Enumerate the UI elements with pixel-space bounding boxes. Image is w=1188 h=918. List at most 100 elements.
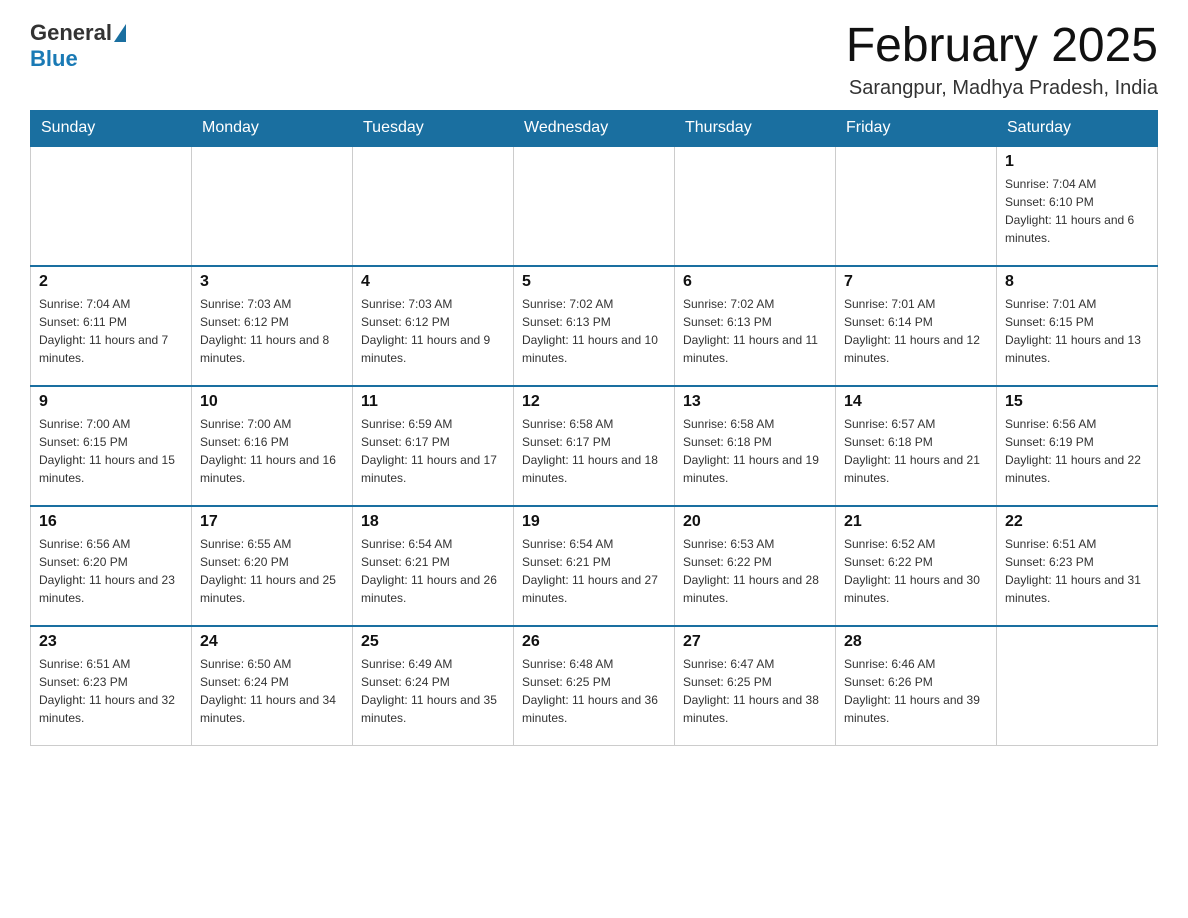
day-info: Sunrise: 6:53 AM Sunset: 6:22 PM Dayligh…	[683, 535, 827, 607]
day-cell	[997, 626, 1158, 746]
day-number: 25	[361, 633, 505, 651]
day-cell: 2Sunrise: 7:04 AM Sunset: 6:11 PM Daylig…	[31, 266, 192, 386]
day-info: Sunrise: 6:58 AM Sunset: 6:18 PM Dayligh…	[683, 415, 827, 487]
weekday-header-thursday: Thursday	[675, 110, 836, 146]
day-cell: 12 Sunrise: 6:58 AM Sunset: 6:17 PM Dayli…	[514, 386, 675, 506]
day-number: 5	[522, 273, 666, 291]
day-cell: 8Sunrise: 7:01 AM Sunset: 6:15 PM Daylig…	[997, 266, 1158, 386]
day-cell: 22 Sunrise: 6:51 AM Sunset: 6:23 PM Dayli…	[997, 506, 1158, 626]
weekday-header-tuesday: Tuesday	[353, 110, 514, 146]
day-cell: 26 Sunrise: 6:48 AM Sunset: 6:25 PM Dayli…	[514, 626, 675, 746]
day-cell: 11 Sunrise: 6:59 AM Sunset: 6:17 PM Dayli…	[353, 386, 514, 506]
day-number: 12	[522, 393, 666, 411]
day-info: Sunrise: 6:51 AM Sunset: 6:23 PM Dayligh…	[1005, 535, 1149, 607]
day-cell: 25 Sunrise: 6:49 AM Sunset: 6:24 PM Dayli…	[353, 626, 514, 746]
day-cell	[675, 146, 836, 266]
day-cell: 13 Sunrise: 6:58 AM Sunset: 6:18 PM Dayli…	[675, 386, 836, 506]
day-cell: 19 Sunrise: 6:54 AM Sunset: 6:21 PM Dayli…	[514, 506, 675, 626]
week-row-4: 16 Sunrise: 6:56 AM Sunset: 6:20 PM Dayli…	[31, 506, 1158, 626]
day-info: Sunrise: 6:58 AM Sunset: 6:17 PM Dayligh…	[522, 415, 666, 487]
day-cell: 28 Sunrise: 6:46 AM Sunset: 6:26 PM Dayli…	[836, 626, 997, 746]
day-info: Sunrise: 6:54 AM Sunset: 6:21 PM Dayligh…	[522, 535, 666, 607]
weekday-header-friday: Friday	[836, 110, 997, 146]
day-number: 7	[844, 273, 988, 291]
day-info: Sunrise: 6:56 AM Sunset: 6:20 PM Dayligh…	[39, 535, 183, 607]
day-cell: 9 Sunrise: 7:00 AM Sunset: 6:15 PM Daylig…	[31, 386, 192, 506]
day-info: Sunrise: 6:54 AM Sunset: 6:21 PM Dayligh…	[361, 535, 505, 607]
day-info: Sunrise: 6:49 AM Sunset: 6:24 PM Dayligh…	[361, 655, 505, 727]
day-info: Sunrise: 7:00 AM Sunset: 6:15 PM Dayligh…	[39, 415, 183, 487]
day-info: Sunrise: 7:04 AM Sunset: 6:11 PM Dayligh…	[39, 295, 183, 367]
logo: General Blue	[30, 20, 128, 72]
day-number: 15	[1005, 393, 1149, 411]
day-info: Sunrise: 6:51 AM Sunset: 6:23 PM Dayligh…	[39, 655, 183, 727]
month-title: February 2025	[846, 20, 1158, 73]
day-number: 1	[1005, 153, 1149, 171]
day-number: 9	[39, 393, 183, 411]
calendar-table: SundayMondayTuesdayWednesdayThursdayFrid…	[30, 110, 1158, 747]
week-row-3: 9 Sunrise: 7:00 AM Sunset: 6:15 PM Daylig…	[31, 386, 1158, 506]
day-cell: 3 Sunrise: 7:03 AM Sunset: 6:12 PM Daylig…	[192, 266, 353, 386]
week-row-5: 23Sunrise: 6:51 AM Sunset: 6:23 PM Dayli…	[31, 626, 1158, 746]
day-cell: 10Sunrise: 7:00 AM Sunset: 6:16 PM Dayli…	[192, 386, 353, 506]
day-cell: 23Sunrise: 6:51 AM Sunset: 6:23 PM Dayli…	[31, 626, 192, 746]
day-cell: 5 Sunrise: 7:02 AM Sunset: 6:13 PM Daylig…	[514, 266, 675, 386]
day-number: 18	[361, 513, 505, 531]
day-info: Sunrise: 6:46 AM Sunset: 6:26 PM Dayligh…	[844, 655, 988, 727]
day-info: Sunrise: 6:56 AM Sunset: 6:19 PM Dayligh…	[1005, 415, 1149, 487]
day-cell: 17 Sunrise: 6:55 AM Sunset: 6:20 PM Dayli…	[192, 506, 353, 626]
location: Sarangpur, Madhya Pradesh, India	[846, 77, 1158, 100]
day-number: 11	[361, 393, 505, 411]
day-number: 17	[200, 513, 344, 531]
day-cell: 7 Sunrise: 7:01 AM Sunset: 6:14 PM Daylig…	[836, 266, 997, 386]
day-number: 4	[361, 273, 505, 291]
day-info: Sunrise: 7:01 AM Sunset: 6:14 PM Dayligh…	[844, 295, 988, 367]
day-number: 16	[39, 513, 183, 531]
day-info: Sunrise: 6:47 AM Sunset: 6:25 PM Dayligh…	[683, 655, 827, 727]
day-info: Sunrise: 7:02 AM Sunset: 6:13 PM Dayligh…	[522, 295, 666, 367]
day-number: 28	[844, 633, 988, 651]
day-info: Sunrise: 6:52 AM Sunset: 6:22 PM Dayligh…	[844, 535, 988, 607]
logo-triangle-icon	[114, 24, 126, 42]
day-number: 3	[200, 273, 344, 291]
day-cell: 15 Sunrise: 6:56 AM Sunset: 6:19 PM Dayli…	[997, 386, 1158, 506]
day-cell: 24Sunrise: 6:50 AM Sunset: 6:24 PM Dayli…	[192, 626, 353, 746]
day-number: 22	[1005, 513, 1149, 531]
day-info: Sunrise: 6:48 AM Sunset: 6:25 PM Dayligh…	[522, 655, 666, 727]
title-area: February 2025 Sarangpur, Madhya Pradesh,…	[846, 20, 1158, 100]
page-header: General Blue February 2025 Sarangpur, Ma…	[30, 20, 1158, 100]
day-cell: 1Sunrise: 7:04 AM Sunset: 6:10 PM Daylig…	[997, 146, 1158, 266]
logo-blue-text: Blue	[30, 46, 78, 72]
day-number: 21	[844, 513, 988, 531]
day-cell	[836, 146, 997, 266]
day-cell: 16 Sunrise: 6:56 AM Sunset: 6:20 PM Dayli…	[31, 506, 192, 626]
day-cell: 21 Sunrise: 6:52 AM Sunset: 6:22 PM Dayli…	[836, 506, 997, 626]
day-info: Sunrise: 7:03 AM Sunset: 6:12 PM Dayligh…	[361, 295, 505, 367]
weekday-header-monday: Monday	[192, 110, 353, 146]
day-cell: 6Sunrise: 7:02 AM Sunset: 6:13 PM Daylig…	[675, 266, 836, 386]
weekday-header-row: SundayMondayTuesdayWednesdayThursdayFrid…	[31, 110, 1158, 146]
day-info: Sunrise: 6:55 AM Sunset: 6:20 PM Dayligh…	[200, 535, 344, 607]
day-number: 10	[200, 393, 344, 411]
day-cell	[514, 146, 675, 266]
week-row-1: 1Sunrise: 7:04 AM Sunset: 6:10 PM Daylig…	[31, 146, 1158, 266]
day-info: Sunrise: 7:03 AM Sunset: 6:12 PM Dayligh…	[200, 295, 344, 367]
day-number: 8	[1005, 273, 1149, 291]
day-info: Sunrise: 6:59 AM Sunset: 6:17 PM Dayligh…	[361, 415, 505, 487]
day-number: 14	[844, 393, 988, 411]
week-row-2: 2Sunrise: 7:04 AM Sunset: 6:11 PM Daylig…	[31, 266, 1158, 386]
day-number: 27	[683, 633, 827, 651]
day-cell	[31, 146, 192, 266]
logo-general-text: General	[30, 20, 112, 46]
day-cell: 18 Sunrise: 6:54 AM Sunset: 6:21 PM Dayli…	[353, 506, 514, 626]
day-number: 6	[683, 273, 827, 291]
day-number: 20	[683, 513, 827, 531]
day-number: 13	[683, 393, 827, 411]
weekday-header-saturday: Saturday	[997, 110, 1158, 146]
day-cell	[353, 146, 514, 266]
weekday-header-sunday: Sunday	[31, 110, 192, 146]
day-cell: 27 Sunrise: 6:47 AM Sunset: 6:25 PM Dayli…	[675, 626, 836, 746]
day-number: 26	[522, 633, 666, 651]
day-number: 19	[522, 513, 666, 531]
day-cell	[192, 146, 353, 266]
